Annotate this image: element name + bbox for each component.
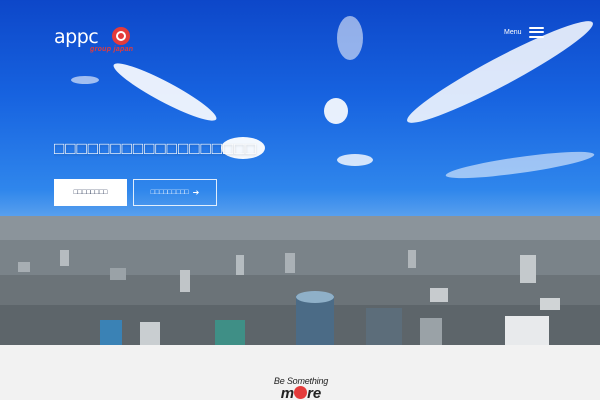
appco-logo[interactable]: appc group japan [54, 26, 134, 53]
hero-title: □□□□□□□□□□□□□□□□□□ [54, 139, 257, 158]
menu-button[interactable]: Menu [504, 24, 544, 40]
secondary-cta-button[interactable]: □□□□□□□□□ ➔ [133, 179, 217, 206]
tagline-o-circle-icon [294, 386, 308, 399]
primary-cta-label: □□□□□□□□ [73, 189, 108, 196]
logo-badge-icon [112, 27, 130, 45]
tagline-suffix: re [307, 385, 322, 400]
page: appc group japan Menu □□□□□□□□□□□□□□□□□□… [0, 0, 600, 400]
city-buildings [0, 216, 600, 345]
hamburger-icon [528, 26, 544, 38]
tagline-logo: Be Something m re [266, 376, 336, 400]
arrow-right-icon: ➔ [192, 188, 200, 197]
logo-subtitle: group japan [90, 46, 134, 53]
logo-wordmark: appc [54, 26, 99, 48]
tagline-prefix: m [280, 385, 295, 400]
menu-label: Menu [504, 28, 522, 36]
secondary-cta-label: □□□□□□□□□ [150, 189, 189, 196]
primary-cta-button[interactable]: □□□□□□□□ [54, 179, 127, 206]
hero-section: appc group japan Menu □□□□□□□□□□□□□□□□□□… [0, 0, 600, 345]
tagline-line-1: Be Something [273, 376, 329, 386]
tagline-line-2: m re [266, 386, 336, 400]
